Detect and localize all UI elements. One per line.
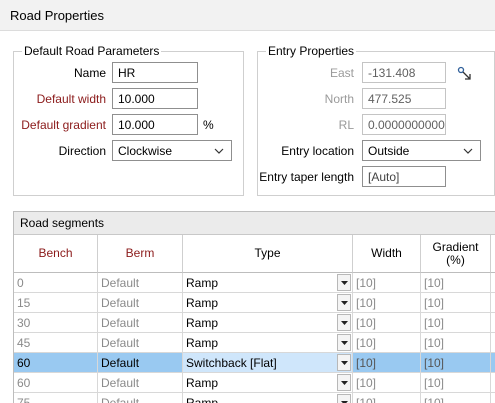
berm-cell[interactable]: Default (98, 333, 183, 353)
chevron-down-icon (341, 301, 348, 305)
column-header-berm[interactable]: Berm (98, 235, 183, 273)
name-field[interactable]: HR (112, 62, 198, 83)
width-cell[interactable]: [10] (353, 273, 421, 293)
chevron-down-icon (341, 281, 348, 285)
type-dropdown-button[interactable] (337, 314, 351, 331)
default-gradient-label: Default gradient (21, 118, 106, 132)
table-row[interactable]: 60 Default Switchback [Flat] [10] [10] (14, 353, 495, 373)
width-cell[interactable]: [10] (353, 353, 421, 373)
table-row[interactable]: 15 Default Ramp [10] [10] (14, 293, 495, 313)
default-width-label: Default width (36, 92, 106, 106)
bench-cell[interactable]: 75 (14, 393, 98, 403)
type-cell[interactable]: Ramp (183, 313, 353, 333)
column-header-width[interactable]: Width (353, 235, 421, 273)
east-field[interactable]: -131.408 (362, 62, 446, 83)
entry-location-select[interactable]: Outside (362, 140, 481, 161)
gradient-cell[interactable]: [10] (421, 273, 491, 293)
type-dropdown-button[interactable] (337, 394, 351, 403)
bench-cell[interactable]: 45 (14, 333, 98, 353)
type-dropdown-button[interactable] (337, 334, 351, 351)
extra-cell (491, 373, 495, 393)
entry-taper-length-field[interactable]: [Auto] (362, 166, 446, 187)
window-title: Road Properties (10, 8, 104, 23)
extra-cell (491, 313, 495, 333)
pick-point-icon[interactable] (457, 66, 475, 82)
type-cell[interactable]: Ramp (183, 293, 353, 313)
table-row[interactable]: 0 Default Ramp [10] [10] (14, 273, 495, 293)
table-row[interactable]: 30 Default Ramp [10] [10] (14, 313, 495, 333)
type-cell[interactable]: Switchback [Flat] (183, 353, 353, 373)
direction-select[interactable]: Clockwise (112, 140, 232, 161)
extra-cell (491, 393, 495, 403)
extra-cell (491, 273, 495, 293)
gradient-cell[interactable]: [10] (421, 393, 491, 403)
width-cell[interactable]: [10] (353, 393, 421, 403)
type-cell[interactable]: Ramp (183, 393, 353, 403)
gradient-cell[interactable]: [10] (421, 313, 491, 333)
road-segments-grid: Road segments Bench Berm Type Width Grad… (13, 211, 495, 403)
column-header-extra (491, 235, 495, 273)
gradient-cell[interactable]: [10] (421, 353, 491, 373)
rl-field[interactable]: 0.00000000000 (362, 114, 446, 135)
type-cell[interactable]: Ramp (183, 333, 353, 353)
berm-cell[interactable]: Default (98, 373, 183, 393)
gradient-cell[interactable]: [10] (421, 333, 491, 353)
gradient-unit: % (203, 118, 214, 132)
type-dropdown-button[interactable] (337, 274, 351, 291)
north-label: North (324, 92, 354, 106)
type-dropdown-button[interactable] (337, 294, 351, 311)
chevron-down-icon (341, 381, 348, 385)
bench-cell[interactable]: 60 (14, 353, 98, 373)
title-bar: Road Properties (0, 0, 495, 31)
table-row[interactable]: 45 Default Ramp [10] [10] (14, 333, 495, 353)
direction-label: Direction (58, 144, 106, 158)
bench-cell[interactable]: 30 (14, 313, 98, 333)
entry-taper-length-label: Entry taper length (259, 170, 354, 184)
bench-cell[interactable]: 60 (14, 373, 98, 393)
direction-value: Clockwise (118, 144, 173, 158)
bench-cell[interactable]: 15 (14, 293, 98, 313)
type-cell[interactable]: Ramp (183, 373, 353, 393)
width-cell[interactable]: [10] (353, 333, 421, 353)
bench-cell[interactable]: 0 (14, 273, 98, 293)
chevron-down-icon (341, 361, 348, 365)
column-header-type[interactable]: Type (183, 235, 353, 273)
table-row[interactable]: 75 Default Ramp [10] [10] (14, 393, 495, 403)
berm-cell[interactable]: Default (98, 293, 183, 313)
gradient-cell[interactable]: [10] (421, 373, 491, 393)
east-label: East (329, 66, 354, 80)
rl-label: RL (338, 118, 354, 132)
width-cell[interactable]: [10] (353, 313, 421, 333)
type-dropdown-button[interactable] (337, 374, 351, 391)
type-cell[interactable]: Ramp (183, 273, 353, 293)
extra-cell (491, 333, 495, 353)
berm-cell[interactable]: Default (98, 273, 183, 293)
width-cell[interactable]: [10] (353, 293, 421, 313)
chevron-down-icon (341, 321, 348, 325)
berm-cell[interactable]: Default (98, 353, 183, 373)
entry-location-label: Entry location (281, 144, 354, 158)
chevron-down-icon (214, 148, 224, 154)
berm-cell[interactable]: Default (98, 313, 183, 333)
chevron-down-icon (463, 148, 473, 154)
default-width-field[interactable]: 10.000 (112, 88, 198, 109)
north-field[interactable]: 477.525 (362, 88, 446, 109)
chevron-down-icon (341, 341, 348, 345)
default-gradient-field[interactable]: 10.000 (112, 114, 198, 135)
extra-cell (491, 353, 495, 373)
name-label: Name (73, 66, 106, 80)
column-header-bench[interactable]: Bench (14, 235, 98, 273)
group-legend: Default Road Parameters (22, 44, 162, 58)
entry-location-value: Outside (368, 144, 410, 158)
berm-cell[interactable]: Default (98, 393, 183, 403)
width-cell[interactable]: [10] (353, 373, 421, 393)
table-row[interactable]: 60 Default Ramp [10] [10] (14, 373, 495, 393)
grid-caption: Road segments (14, 212, 495, 235)
group-legend: Entry Properties (266, 44, 357, 58)
type-dropdown-button[interactable] (337, 354, 351, 371)
extra-cell (491, 293, 495, 313)
gradient-cell[interactable]: [10] (421, 293, 491, 313)
column-header-gradient[interactable]: Gradient (%) (421, 235, 491, 273)
